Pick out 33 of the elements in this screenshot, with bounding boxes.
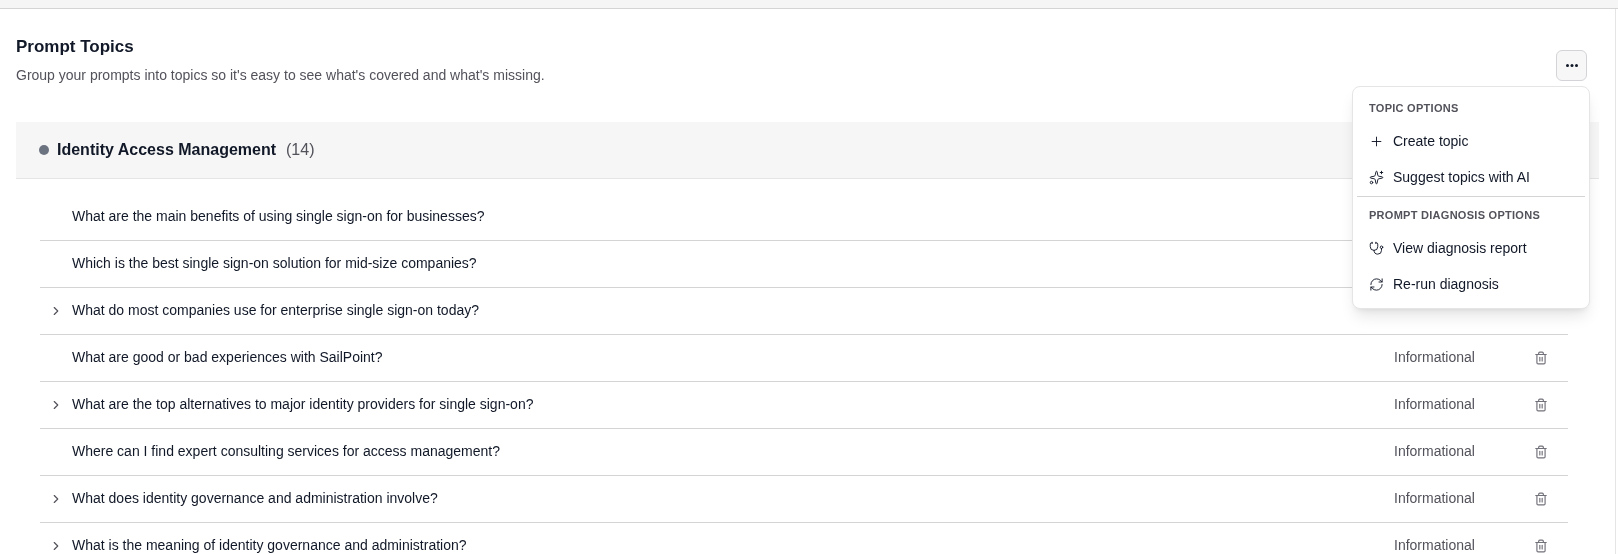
plus-icon: [1369, 134, 1384, 149]
prompt-text: What are the top alternatives to major identity providers for single sign-on?: [72, 395, 534, 414]
sparkles-icon: [1369, 170, 1384, 185]
category-label: Informational: [1394, 348, 1476, 367]
menu-section-heading: PROMPT DIAGNOSIS OPTIONS: [1368, 207, 1541, 223]
menu-item[interactable]: Re-run diagnosis: [1357, 266, 1585, 302]
category-label: Informational: [1394, 536, 1476, 554]
menu-section-heading: TOPIC OPTIONS: [1368, 101, 1460, 116]
delete-icon[interactable]: [1534, 538, 1548, 553]
more-options-button[interactable]: [1556, 50, 1587, 81]
prompt-text: Which is the best single sign-on solution for mid-size companies?: [72, 254, 477, 273]
topic-name: Identity Access Management: [57, 139, 277, 160]
menu-item[interactable]: View diagnosis report: [1357, 230, 1585, 266]
delete-icon[interactable]: [1534, 350, 1548, 365]
delete-icon[interactable]: [1534, 444, 1548, 459]
stethoscope-icon: [1369, 240, 1384, 256]
page-title: Prompt Topics: [16, 36, 135, 58]
prompt-text: Where can I find expert consulting services for access management?: [72, 442, 500, 461]
menu-item[interactable]: Create topic: [1357, 123, 1585, 160]
prompt-text: What does identity governance and administration involve?: [72, 489, 438, 508]
page-description: Group your prompts into topics so it's easy to see what's covered and what's missing.: [16, 65, 545, 85]
prompt-text: What is the meaning of identity governance and administration?: [72, 536, 467, 554]
topic-count: (14): [286, 139, 315, 160]
prompt-text: What are good or bad experiences with SailPoint?: [72, 348, 383, 367]
refresh-icon: [1369, 276, 1384, 292]
delete-icon[interactable]: [1534, 491, 1548, 506]
more-icon: [1565, 64, 1578, 67]
category-label: Informational: [1394, 442, 1476, 461]
prompt-text: What are the main benefits of using single sign-on for businesses?: [72, 206, 485, 226]
category-label: Informational: [1394, 489, 1476, 508]
delete-icon[interactable]: [1534, 397, 1548, 412]
category-label: Informational: [1394, 395, 1476, 414]
prompt-text: What do most companies use for enterprise single sign-on today?: [72, 301, 479, 320]
